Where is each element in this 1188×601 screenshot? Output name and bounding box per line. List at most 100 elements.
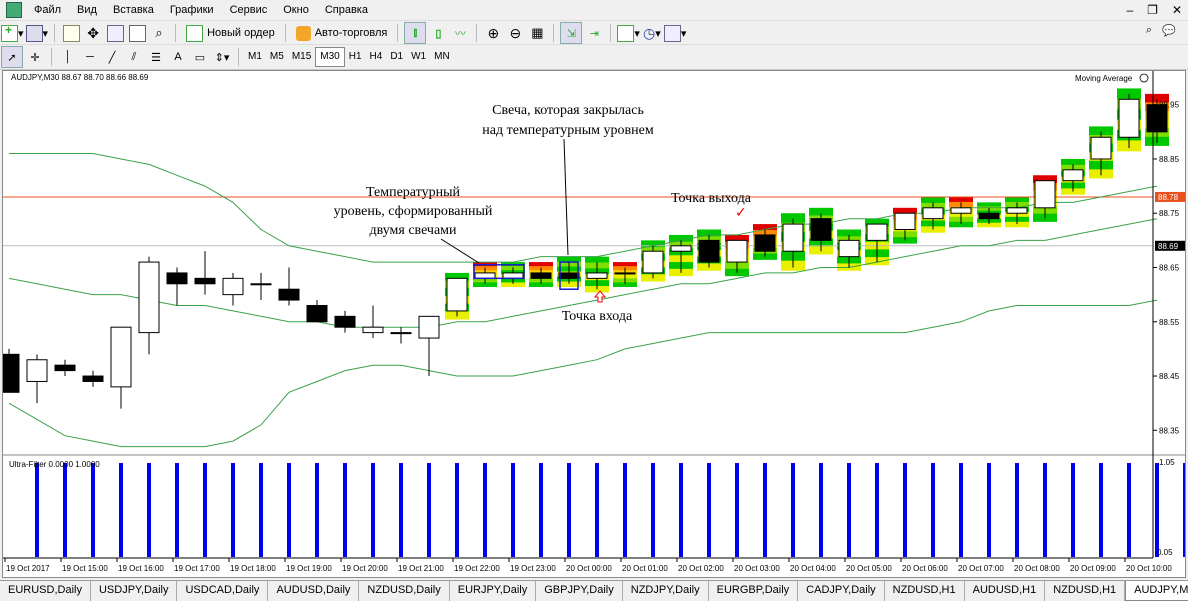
trendline-button[interactable]: ╱ — [102, 47, 122, 67]
minimize-icon[interactable]: – — [1126, 3, 1133, 17]
price-label: 88.95 — [1159, 101, 1180, 110]
market-watch-button[interactable] — [61, 23, 81, 43]
ultra-filter-bar — [903, 463, 907, 557]
heat-block — [585, 256, 609, 264]
bar-chart-button[interactable]: ⫾ — [404, 22, 427, 44]
tab-cadjpy-daily[interactable]: CADJPY,Daily — [798, 581, 885, 601]
menu-insert[interactable]: Вставка — [105, 0, 162, 20]
candle-body — [922, 207, 944, 220]
text-button[interactable]: A — [168, 47, 188, 67]
clock-icon: ◷ — [643, 24, 656, 41]
periods-button[interactable]: ◷ ▾ — [642, 23, 662, 43]
menu-tools[interactable]: Сервис — [222, 0, 276, 20]
heat-block — [529, 262, 553, 267]
crosshair-button[interactable]: ✛ — [25, 47, 45, 67]
timeframe-mn[interactable]: MN — [430, 48, 454, 66]
tab-audusd-daily[interactable]: AUDUSD,Daily — [268, 581, 360, 601]
chart-canvas[interactable]: 88.95 88.85 88.75 88.65 88.55 88.45 88.35 88.78… — [3, 71, 1185, 577]
fibonacci-button[interactable]: ☰ — [146, 47, 166, 67]
separator — [397, 24, 399, 42]
candle — [334, 310, 356, 333]
ultra-filter-bar — [343, 463, 347, 557]
cursor-icon: ➚ — [7, 51, 17, 64]
candle-body — [138, 261, 160, 334]
channel-button[interactable]: ⫽ — [124, 47, 144, 67]
menu-charts[interactable]: Графики — [162, 0, 222, 20]
timeframe-m5[interactable]: M5 — [266, 48, 288, 66]
line-chart-button[interactable]: 〰 — [450, 23, 470, 43]
vertical-line-button[interactable]: │ — [58, 47, 78, 67]
menu-window[interactable]: Окно — [275, 0, 317, 20]
zoom-out-button[interactable]: ⊖ — [505, 23, 525, 43]
time-label: 19 Oct 23:00 — [510, 564, 556, 573]
timeframe-m1[interactable]: M1 — [244, 48, 266, 66]
cursor-button[interactable]: ➚ — [1, 46, 23, 68]
auto-trading-button[interactable]: Авто-торговля — [292, 23, 392, 43]
candle-body — [670, 245, 692, 252]
menu-view[interactable]: Вид — [69, 0, 105, 20]
chart-window[interactable]: 88.95 88.85 88.75 88.65 88.55 88.45 88.35 88.78… — [2, 70, 1186, 578]
chart-shift-button[interactable]: ⇥ — [584, 23, 604, 43]
heat-block — [921, 196, 945, 204]
tab-audjpy-m30[interactable]: AUDJPY,M30 — [1125, 581, 1188, 601]
close-icon[interactable]: ✕ — [1172, 3, 1182, 17]
search-icon[interactable]: ⌕ — [1146, 24, 1152, 37]
annotation-exit-point: Точка выхода — [671, 191, 752, 206]
chart-tabs: EURUSD,Daily USDJPY,Daily USDCAD,Daily A… — [0, 580, 1188, 601]
indicators-button[interactable]: ▾ — [617, 23, 640, 43]
ultra-filter-bar — [679, 463, 683, 557]
candle-body — [110, 326, 132, 388]
tab-gbpjpy-daily[interactable]: GBPJPY,Daily — [536, 581, 623, 601]
indicator-close-icon[interactable] — [1139, 73, 1149, 83]
chat-icon[interactable]: 💬 — [1162, 24, 1176, 37]
restore-icon[interactable]: ❐ — [1147, 3, 1158, 17]
new-order-icon — [186, 24, 204, 42]
timeframe-w1[interactable]: W1 — [407, 48, 430, 66]
ultra-filter-bar — [819, 463, 823, 557]
separator — [238, 48, 239, 66]
candle-body — [978, 212, 1000, 220]
new-order-button[interactable]: Новый ордер — [182, 23, 279, 43]
ultra-filter-bar — [203, 463, 207, 557]
tab-usdjpy-daily[interactable]: USDJPY,Daily — [91, 581, 178, 601]
autoscroll-button[interactable]: ⇲ — [560, 22, 583, 44]
profiles-button[interactable]: ▾ — [25, 23, 48, 43]
exit-check-icon: ✓ — [735, 205, 747, 221]
annotation-pointer-temp — [440, 238, 480, 264]
tab-audusd-h1[interactable]: AUDUSD,H1 — [965, 581, 1046, 601]
tab-nzdjpy-daily[interactable]: NZDJPY,Daily — [623, 581, 709, 601]
navigator-button[interactable] — [105, 23, 125, 43]
label-button[interactable]: ▭ — [190, 47, 210, 67]
tab-eurusd-daily[interactable]: EURUSD,Daily — [0, 581, 91, 601]
tab-nzdusd-h1[interactable]: NZDUSD,H1 — [885, 581, 965, 601]
menu-file[interactable]: Файл — [26, 0, 69, 20]
ultra-filter-bar — [735, 463, 739, 557]
tab-nzdusd-h1-2[interactable]: NZDUSD,H1 — [1045, 581, 1126, 601]
time-label: 20 Oct 03:00 — [734, 564, 780, 573]
timeframe-m30[interactable]: M30 — [315, 47, 345, 67]
tab-nzdusd-daily[interactable]: NZDUSD,Daily — [359, 581, 450, 601]
zoom-in-button[interactable]: ⊕ — [483, 23, 503, 43]
timeframe-h1[interactable]: H1 — [345, 48, 366, 66]
tester-button[interactable]: ⌕ — [149, 23, 169, 43]
tab-usdcad-daily[interactable]: USDCAD,Daily — [177, 581, 269, 601]
tab-eurgbp-daily[interactable]: EURGBP,Daily — [709, 581, 799, 601]
new-chart-icon: + — [1, 23, 18, 42]
timeframe-m15[interactable]: M15 — [288, 48, 315, 66]
terminal-button[interactable] — [127, 23, 147, 43]
menu-help[interactable]: Справка — [317, 0, 376, 20]
horizontal-line-button[interactable]: ─ — [80, 47, 100, 67]
trendline-icon: ╱ — [108, 51, 116, 64]
timeframe-h4[interactable]: H4 — [366, 48, 387, 66]
timeframe-d1[interactable]: D1 — [386, 48, 407, 66]
candle — [362, 305, 384, 339]
tab-eurjpy-daily[interactable]: EURJPY,Daily — [450, 581, 537, 601]
time-label: 20 Oct 00:00 — [566, 564, 612, 573]
new-chart-button[interactable]: + ▾ — [1, 23, 24, 43]
templates-button[interactable]: ▾ — [663, 23, 686, 43]
candlestick-button[interactable]: ▯ — [428, 23, 448, 43]
arrows-button[interactable]: ⇕ ▾ — [212, 47, 232, 67]
data-window-button[interactable]: ✥ — [83, 23, 103, 43]
horizontal-line-icon: ─ — [86, 51, 94, 63]
tile-windows-button[interactable]: ▦ — [527, 23, 547, 43]
